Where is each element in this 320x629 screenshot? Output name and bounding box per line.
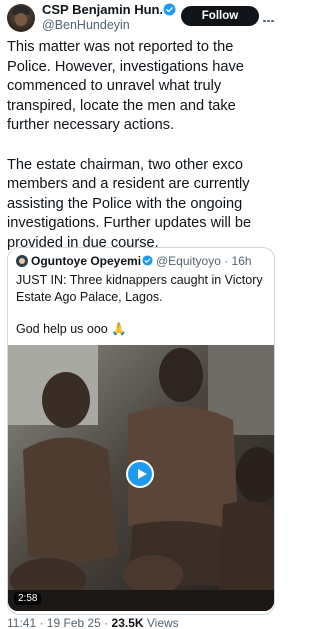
quoted-author-name: Oguntoye Opeyemi — [31, 254, 142, 268]
play-icon[interactable] — [126, 460, 154, 488]
more-options-icon[interactable] — [263, 9, 277, 23]
author-handle[interactable]: @BenHundeyin — [42, 18, 130, 32]
quoted-tweet[interactable]: Oguntoye Opeyemi @Equityoyo · 16h JUST I… — [7, 247, 275, 615]
views-count[interactable]: 23.5K — [112, 616, 144, 629]
tweet-footer: 11:41 · 19 Feb 25 · 23.5K Views — [7, 616, 179, 629]
video-player[interactable]: 2:58 — [8, 345, 274, 611]
verified-badge-icon — [163, 3, 176, 16]
tweet-paragraph-2: The estate chairman, two other exco memb… — [7, 156, 252, 251]
views-label: Views — [143, 616, 179, 629]
quoted-verified-badge-icon — [142, 255, 153, 266]
quoted-author-avatar — [16, 255, 28, 267]
author-avatar[interactable] — [7, 4, 35, 32]
avatar-face — [15, 13, 27, 26]
tweet-text: This matter was not reported to the Poli… — [7, 38, 275, 273]
quoted-text-line-1: JUST IN: Three kidnappers caught in Vict… — [16, 273, 263, 304]
quoted-author-handle-time: @Equityoyo · 16h — [156, 254, 252, 268]
follow-button[interactable]: Follow — [181, 6, 259, 26]
timestamp[interactable]: 11:41 · 19 Feb 25 · — [7, 616, 112, 629]
author-name[interactable]: CSP Benjamin Hun... — [42, 2, 162, 17]
tweet-header: CSP Benjamin Hun... @BenHundeyin Follow — [0, 0, 280, 36]
tweet-paragraph-1: This matter was not reported to the Poli… — [7, 39, 244, 134]
video-duration: 2:58 — [14, 592, 42, 605]
quoted-text-line-2: God help us ooo 🙏 — [16, 322, 127, 336]
quoted-tweet-text: JUST IN: Three kidnappers caught in Vict… — [16, 272, 268, 354]
